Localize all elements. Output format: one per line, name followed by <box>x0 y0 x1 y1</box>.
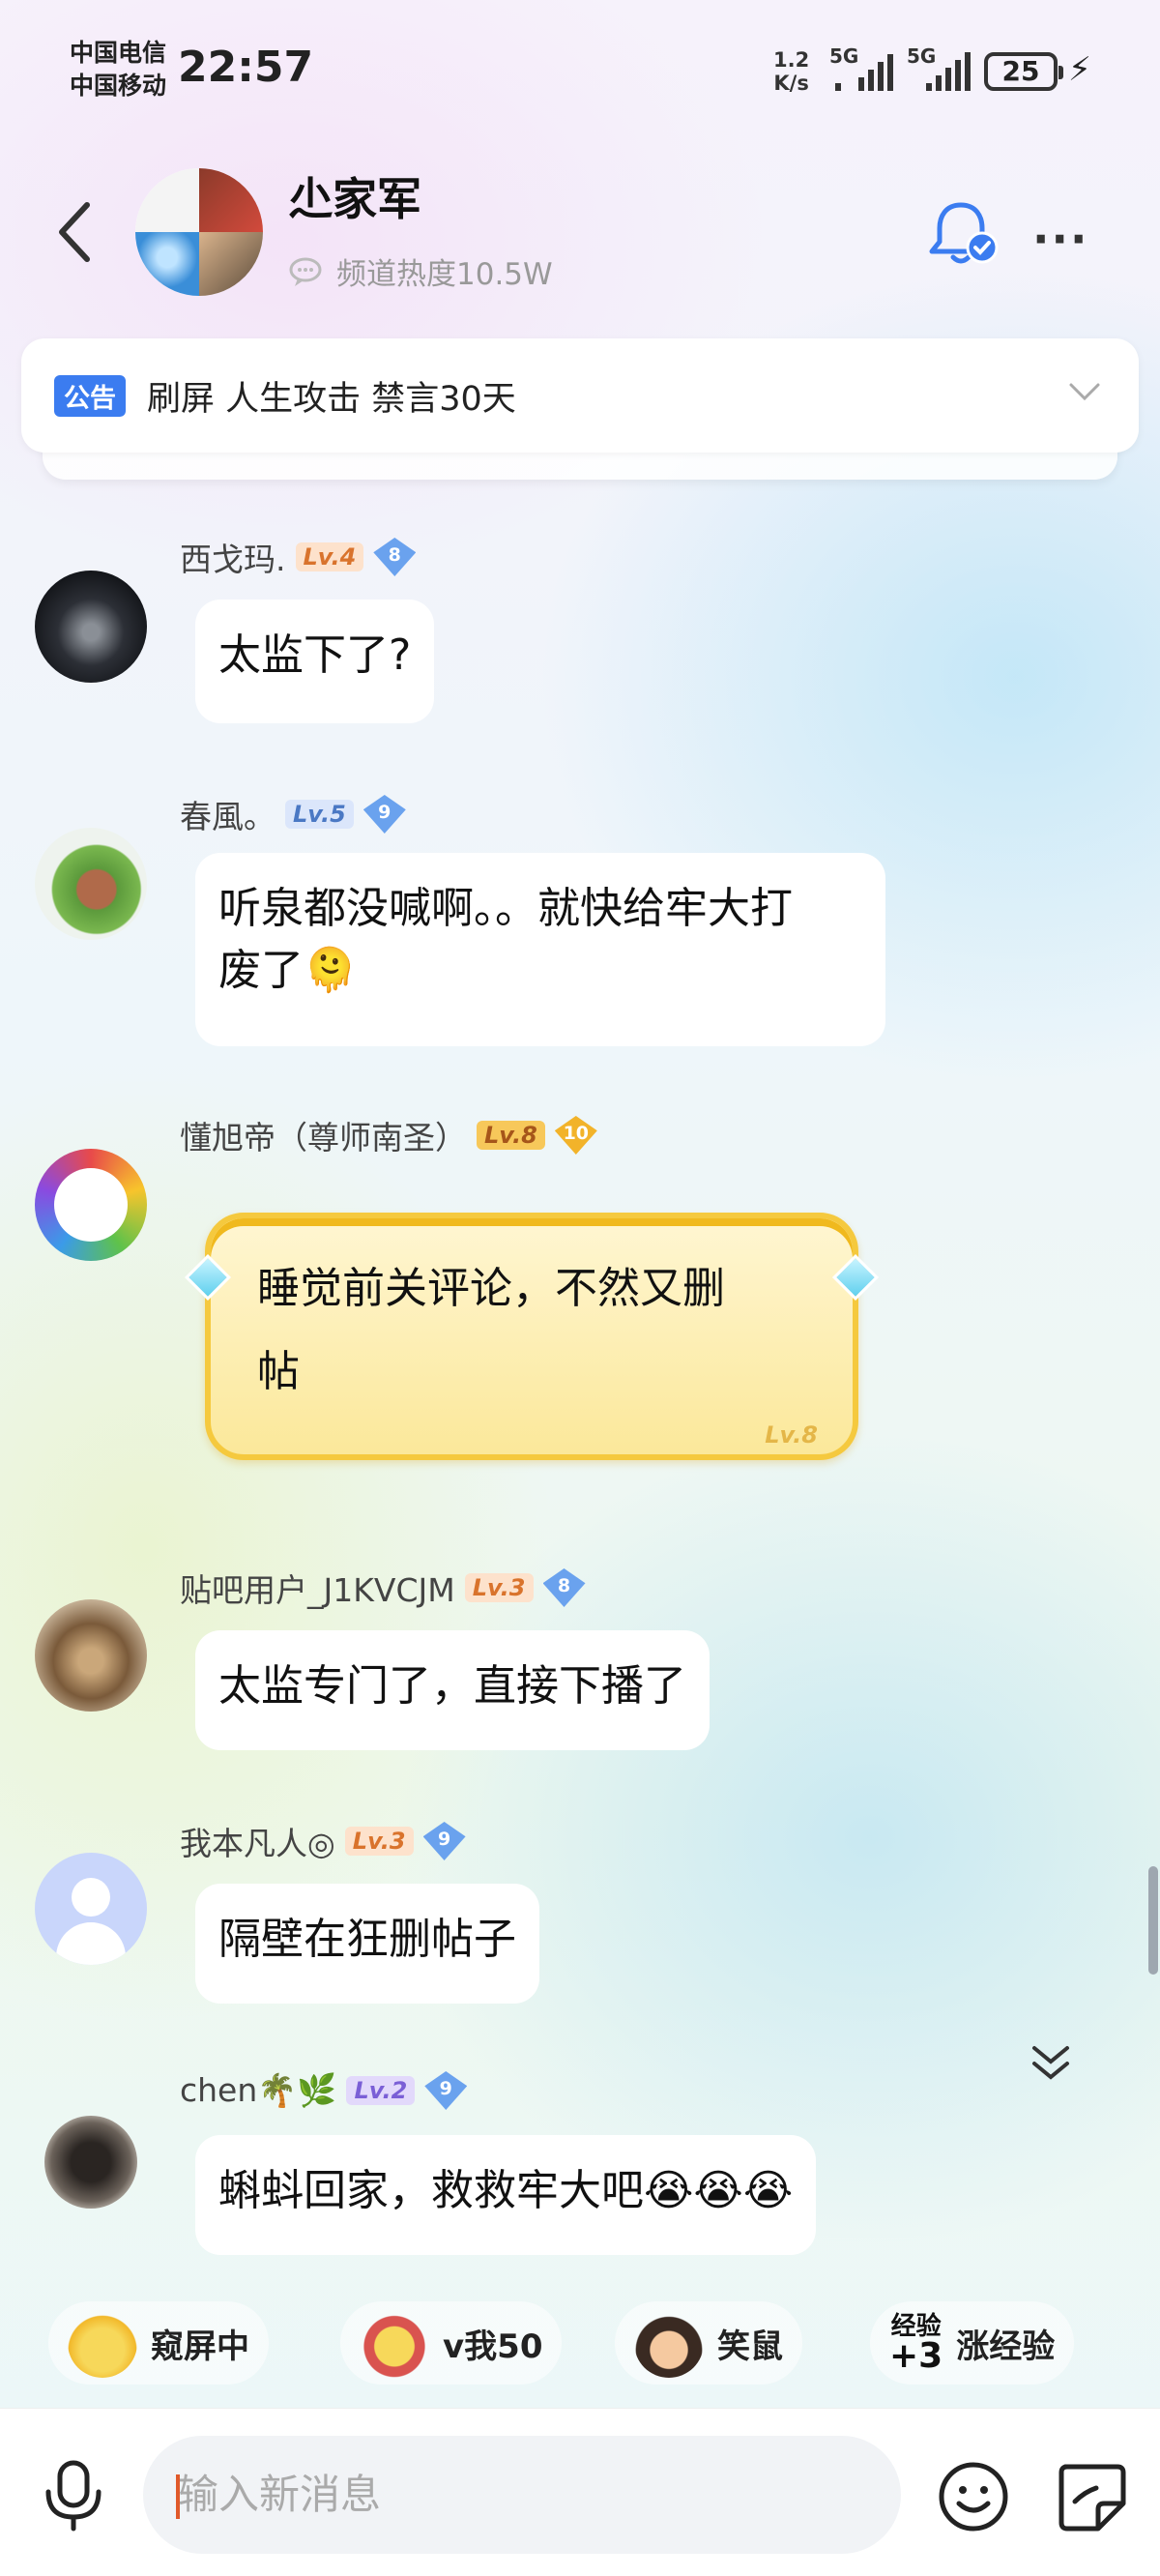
level-badge: Lv.4 <box>295 542 364 571</box>
chat-bubbles-icon <box>289 257 322 286</box>
carrier-1: 中国电信 <box>70 39 167 67</box>
message-meta: 我本凡人◎ Lv.3 9 <box>180 1818 466 1864</box>
announcement-tag: 公告 <box>54 374 126 417</box>
username[interactable]: 西戈玛. <box>180 534 286 580</box>
level-badge: Lv.3 <box>344 1827 414 1856</box>
message-meta: 春風。 Lv.5 9 <box>180 791 406 837</box>
chevron-down-icon[interactable] <box>1065 377 1104 406</box>
emoji-icon[interactable] <box>936 2459 1011 2534</box>
fan-badge-icon: 8 <box>543 1568 586 1607</box>
subscribed-bell-icon[interactable] <box>926 197 1000 271</box>
carrier-labels: 中国电信 中国移动 <box>70 37 166 102</box>
fan-badge-icon: 8 <box>373 538 416 576</box>
message-meta: chen🌴🌿 Lv.2 9 <box>180 2071 467 2110</box>
laughing-emoji-icon <box>634 2308 704 2378</box>
back-arrow-icon[interactable] <box>50 193 99 271</box>
fan-badge-icon: 9 <box>424 2071 467 2110</box>
message-input[interactable]: 输入新消息 <box>143 2436 901 2554</box>
network-speed: 1.2 K/s <box>773 48 810 95</box>
avatar[interactable] <box>35 1149 147 1261</box>
scroll-to-bottom-icon[interactable] <box>1029 2040 1073 2085</box>
message-meta: 懂旭帝（尊师南圣） Lv.8 10 <box>180 1112 597 1158</box>
charging-icon: ⚡ <box>1068 50 1091 89</box>
avatar[interactable] <box>35 828 147 940</box>
message-bubble[interactable]: 太监专门了，直接下播了 <box>195 1630 710 1750</box>
sticker-icon[interactable] <box>1054 2459 1129 2534</box>
level-badge: Lv.8 <box>477 1121 545 1150</box>
level-badge: Lv.5 <box>285 800 354 829</box>
signal-icon-2: 5G <box>907 44 974 91</box>
quick-reply-bar: 窥屏中 v我50 笑鼠 经验 +3 涨经验 <box>0 2290 1160 2396</box>
clock: 22:57 <box>178 43 314 92</box>
username[interactable]: 贴吧用户_J1KVCJM <box>180 1565 455 1611</box>
quick-reply-v50[interactable]: v我50 <box>340 2301 563 2385</box>
channel-title[interactable]: 尐家军 <box>288 164 421 228</box>
fan-badge-icon: 9 <box>363 795 406 834</box>
message-text: 睡觉前关评论，不然又删 帖 <box>257 1264 725 1396</box>
avatar[interactable] <box>35 571 147 683</box>
microphone-icon[interactable] <box>39 2459 108 2532</box>
text-cursor <box>176 2474 180 2519</box>
message-bubble[interactable]: 听泉都没喊啊。。就快给牢大打 废了🫠 <box>195 853 885 1046</box>
signal-icon: 5G <box>829 44 897 91</box>
username[interactable]: chen🌴🌿 <box>180 2071 336 2110</box>
message-meta: 西戈玛. Lv.4 8 <box>180 534 416 580</box>
quick-reply-peeking[interactable]: 窥屏中 <box>48 2301 269 2385</box>
more-options-icon[interactable]: ··· <box>1032 213 1088 265</box>
username[interactable]: 我本凡人◎ <box>180 1818 335 1864</box>
peeking-emoji-icon <box>68 2308 137 2378</box>
message-input-bar: 输入新消息 <box>0 2408 1160 2576</box>
fan-badge-icon: 9 <box>423 1822 466 1860</box>
message-bubble[interactable]: 太监下了? <box>195 600 435 723</box>
channel-avatar[interactable] <box>135 168 263 296</box>
username[interactable]: 春風。 <box>180 791 276 837</box>
avatar[interactable] <box>44 2116 137 2209</box>
avatar[interactable] <box>35 1853 147 1965</box>
message-bubble[interactable]: 蝌蚪回家，救救牢大吧😭😭😭 <box>195 2135 817 2255</box>
level-badge: Lv.2 <box>346 2076 416 2105</box>
fan-badge-icon: 10 <box>555 1116 597 1155</box>
battery-icon: 25 <box>984 52 1063 91</box>
premium-message-bubble[interactable]: 睡觉前关评论，不然又删 帖 Lv.8 <box>184 1205 880 1476</box>
quick-reply-exp[interactable]: 经验 +3 涨经验 <box>870 2301 1075 2385</box>
message-meta: 贴吧用户_J1KVCJM Lv.3 8 <box>180 1565 586 1611</box>
username[interactable]: 懂旭帝（尊师南圣） <box>180 1112 467 1158</box>
popcorn-emoji-icon <box>360 2308 429 2378</box>
announcement-bar[interactable]: 公告 刷屏 人生攻击 禁言30天 <box>21 338 1139 453</box>
message-bubble[interactable]: 隔壁在狂删帖子 <box>195 1884 539 2004</box>
scrollbar[interactable] <box>1148 1866 1158 1975</box>
quick-reply-laugh[interactable]: 笑鼠 <box>615 2301 802 2385</box>
channel-heat: 频道热度10.5W <box>288 249 553 293</box>
announcement-text: 刷屏 人生攻击 禁言30天 <box>147 379 516 419</box>
bubble-level-mark: Lv.8 <box>765 1421 818 1449</box>
avatar[interactable] <box>35 1599 147 1712</box>
experience-plus-icon: 经验 +3 <box>889 2312 943 2376</box>
level-badge: Lv.3 <box>464 1573 534 1602</box>
status-bar: 中国电信 中国移动 22:57 1.2 K/s 5G 5G 25 ⚡ <box>0 0 1160 145</box>
carrier-2: 中国移动 <box>70 72 167 100</box>
